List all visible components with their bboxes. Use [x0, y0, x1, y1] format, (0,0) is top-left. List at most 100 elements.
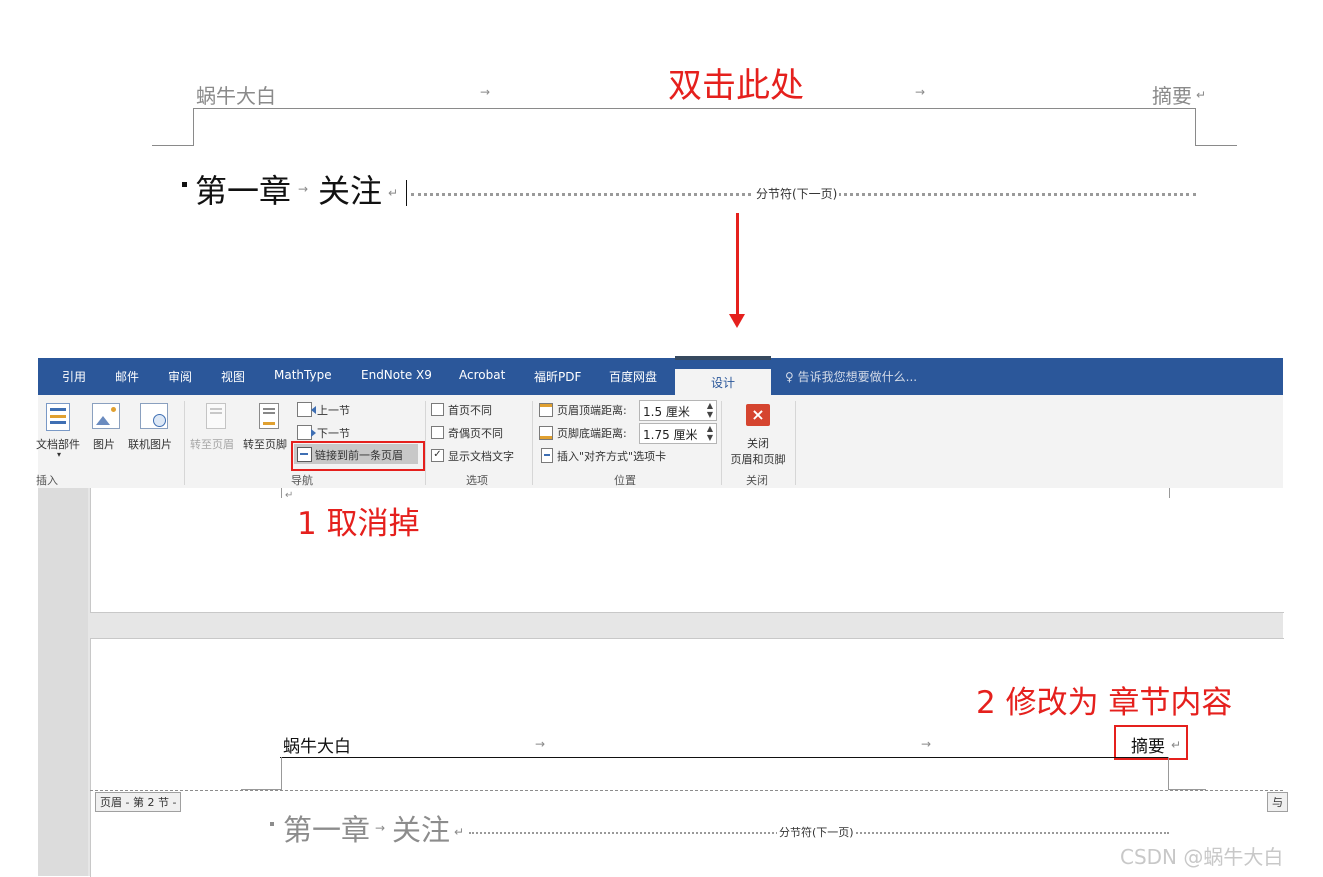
- insert-align-tab-button[interactable]: 插入"对齐方式"选项卡: [557, 448, 666, 464]
- paragraph-mark-icon: ↵: [1196, 88, 1207, 102]
- section-break-label: 分节符(下一页): [754, 185, 840, 202]
- diff-first-label: 首页不同: [448, 404, 492, 417]
- bullet-mark: [182, 182, 187, 187]
- header-section-tag: 页眉 - 第 2 节 -: [95, 792, 182, 812]
- spinner-arrows-icon: ▲ ▼: [706, 401, 713, 419]
- group-separator: [532, 401, 533, 485]
- tab-view[interactable]: 视图: [221, 368, 245, 385]
- link-icon: [297, 447, 312, 462]
- annotation-double-click: 双击此处: [668, 66, 804, 106]
- tab-acrobat[interactable]: Acrobat: [459, 368, 505, 382]
- dropdown-caret-icon: ▾: [57, 450, 62, 459]
- crop-mark-left: [193, 108, 194, 146]
- online-picture-icon: [140, 403, 168, 429]
- show-doc-text-checkbox[interactable]: ✓: [431, 449, 444, 462]
- picture-button[interactable]: 图片: [93, 436, 115, 452]
- tab-arrow-icon: →: [375, 821, 386, 835]
- tab-arrow-icon: →: [535, 737, 546, 751]
- tab-arrow-icon: →: [298, 182, 309, 196]
- nav-group-label: 导航: [291, 474, 313, 487]
- link-previous-label: 链接到前一条页眉: [315, 449, 403, 462]
- header-underline: [193, 108, 1196, 109]
- tab-arrow-icon: →: [915, 85, 926, 99]
- tab-design[interactable]: 设计: [675, 369, 771, 395]
- page2-section-break-label: 分节符(下一页): [777, 824, 856, 840]
- header-top-spinner[interactable]: 1.5 厘米 ▲ ▼: [639, 400, 717, 421]
- paragraph-mark-icon: ↵: [454, 825, 465, 839]
- tab-arrow-icon: →: [921, 737, 932, 751]
- same-as-previous-tag: 与: [1267, 792, 1288, 812]
- footer-bottom-value: 1.75 厘米: [643, 428, 698, 442]
- diff-odd-even-label: 奇偶页不同: [448, 427, 503, 440]
- bullet-mark: [270, 822, 274, 826]
- diff-first-checkbox[interactable]: [431, 403, 444, 416]
- crop-mark: [1169, 488, 1170, 498]
- text-cursor: [406, 180, 407, 206]
- tab-mailings[interactable]: 邮件: [115, 368, 139, 385]
- header-boundary-dashed: [90, 790, 1283, 791]
- goto-header-button[interactable]: 转至页眉: [190, 436, 234, 452]
- close-label-line2: 页眉和页脚: [730, 453, 786, 466]
- online-picture-button[interactable]: 联机图片: [128, 436, 172, 452]
- page2-heading-title[interactable]: 关注: [392, 807, 450, 849]
- doc-parts-icon: [46, 403, 70, 431]
- header-left-text[interactable]: 蜗牛大白: [196, 80, 276, 109]
- tab-review[interactable]: 审阅: [168, 368, 192, 385]
- page2-header-right[interactable]: 摘要: [1131, 732, 1165, 757]
- close-header-footer-button[interactable]: 关闭 页眉和页脚: [724, 435, 792, 467]
- group-separator: [795, 401, 796, 485]
- crop-mark: [1168, 757, 1169, 790]
- tab-references[interactable]: 引用: [62, 368, 86, 385]
- footer-bottom-spinner[interactable]: 1.75 厘米 ▲ ▼: [639, 423, 717, 444]
- close-icon: ×: [746, 404, 770, 426]
- link-previous-button[interactable]: 链接到前一条页眉: [294, 444, 418, 464]
- lightbulb-icon: ♀: [785, 370, 794, 384]
- tab-arrow-icon: →: [480, 85, 491, 99]
- ribbon-tab-bar: 引用 邮件 审阅 视图 MathType EndNote X9 Acrobat …: [38, 356, 1283, 395]
- crop-mark: [281, 488, 282, 498]
- csdn-watermark: CSDN @蜗牛大白: [1120, 845, 1284, 869]
- next-section-icon: [297, 425, 316, 440]
- group-separator: [184, 401, 185, 485]
- prev-section-button[interactable]: 上一节: [317, 402, 350, 418]
- crop-mark-right-h: [1195, 145, 1237, 146]
- annotation-step2: 2 修改为 章节内容: [976, 685, 1233, 721]
- heading-title[interactable]: 关注: [318, 166, 382, 212]
- next-section-button[interactable]: 下一节: [317, 425, 350, 441]
- picture-icon: [92, 403, 120, 429]
- header-top-icon: [539, 403, 553, 417]
- header-right-text[interactable]: 摘要: [1152, 80, 1192, 109]
- goto-footer-icon: [259, 403, 279, 429]
- contextual-tab-marker: [675, 356, 771, 360]
- diff-odd-even-checkbox[interactable]: [431, 426, 444, 439]
- heading-number[interactable]: 第一章: [195, 166, 291, 212]
- spinner-arrows-icon: ▲ ▼: [706, 424, 713, 442]
- left-ruler: [38, 488, 88, 876]
- page2-header-underline: [280, 757, 1168, 758]
- tab-endnote[interactable]: EndNote X9: [361, 368, 432, 382]
- page2-heading-number[interactable]: 第一章: [283, 807, 370, 849]
- crop-mark-left-h: [152, 145, 194, 146]
- tab-foxit-pdf[interactable]: 福昕PDF: [534, 368, 581, 385]
- crop-mark: [281, 757, 282, 790]
- footer-bottom-icon: [539, 426, 553, 440]
- close-label-line1: 关闭: [747, 437, 769, 450]
- insert-group-label: 插入: [36, 474, 58, 487]
- header-top-value: 1.5 厘米: [643, 405, 690, 419]
- insert-align-tab-icon: [541, 448, 553, 463]
- paragraph-mark-icon: ↵: [285, 490, 294, 501]
- group-separator: [425, 401, 426, 485]
- options-group-label: 选项: [466, 474, 488, 487]
- paragraph-mark-icon: ↵: [1171, 738, 1182, 752]
- tell-me-box[interactable]: ♀ 告诉我您想要做什么...: [785, 368, 917, 385]
- tab-baidu-netdisk[interactable]: 百度网盘: [609, 368, 657, 385]
- show-doc-text-label: 显示文档文字: [448, 450, 514, 463]
- tab-mathtype[interactable]: MathType: [274, 368, 332, 382]
- ribbon-body: 文档部件 ▾ 图片 联机图片 插入 转至页眉 转至页脚 上一节 下一节 链接到前…: [36, 395, 1283, 489]
- page2-header-left[interactable]: 蜗牛大白: [283, 732, 351, 757]
- goto-footer-button[interactable]: 转至页脚: [243, 436, 287, 452]
- crop-mark-right: [1195, 108, 1196, 146]
- prev-section-icon: [297, 402, 316, 417]
- position-group-label: 位置: [614, 474, 636, 487]
- paragraph-mark-icon: ↵: [388, 186, 399, 200]
